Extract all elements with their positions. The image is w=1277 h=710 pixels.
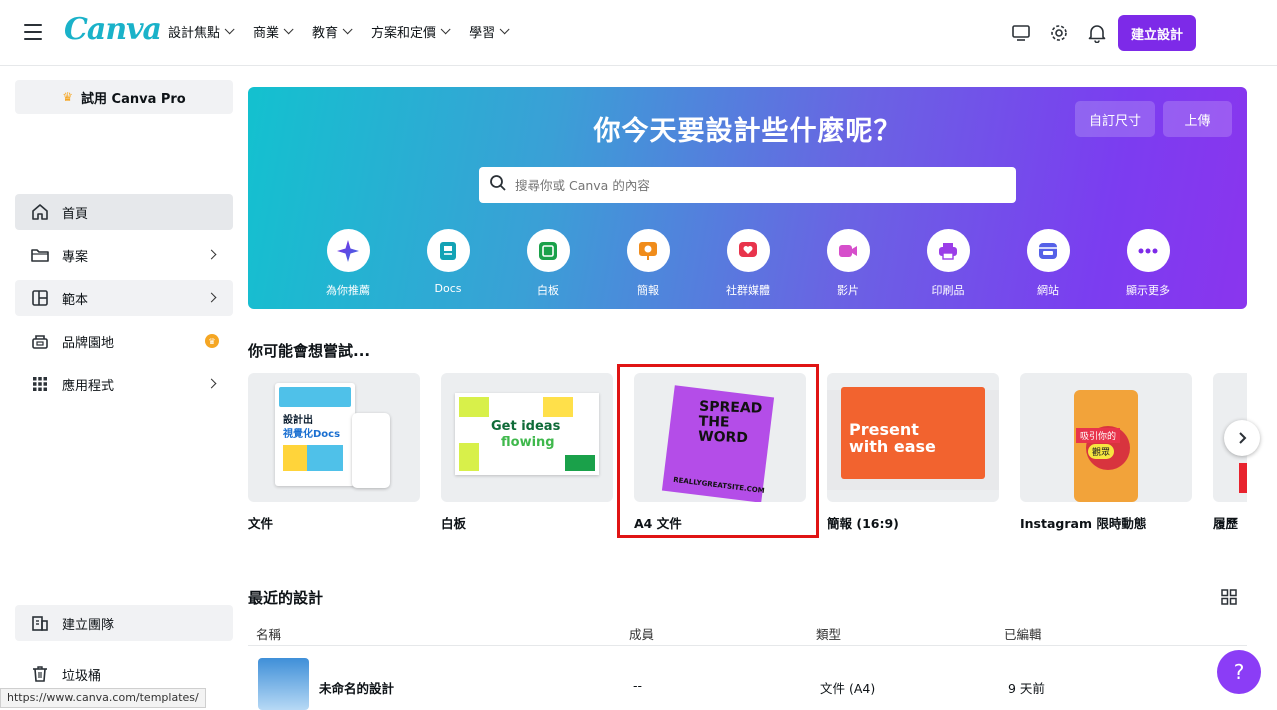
highlight-box — [617, 364, 819, 538]
sidebar-item-trash[interactable]: 垃圾桶 — [15, 656, 233, 692]
main-nav: 設計焦點 商業 教育 方案和定價 學習 — [168, 22, 528, 41]
suggestion-card-whiteboard[interactable]: Get ideas flowing 白板 — [441, 373, 613, 532]
presentation-icon — [626, 229, 670, 272]
trash-icon — [30, 664, 50, 684]
video-icon — [826, 229, 870, 272]
help-button[interactable]: ? — [1217, 650, 1261, 694]
design-thumbnail — [258, 658, 309, 710]
create-design-button[interactable]: 建立設計 — [1118, 15, 1196, 51]
carousel-next-button[interactable] — [1224, 420, 1260, 456]
sidebar-item-projects[interactable]: 專案 — [15, 237, 233, 273]
crown-badge-icon: ♛ — [205, 334, 219, 348]
chevron-right-icon — [1239, 432, 1247, 444]
top-bar: Canva 設計焦點 商業 教育 方案和定價 學習 建立設計 — [0, 0, 1277, 66]
top-icons — [1010, 22, 1108, 44]
suggestion-card-instagram-story[interactable]: 吸引你的 觀眾 Instagram 限時動態 — [1020, 373, 1192, 532]
column-name[interactable]: 名稱 — [256, 624, 281, 643]
hero-banner: 你今天要設計些什麼呢？ 自訂尺寸 上傳 為你推薦 Docs 白板 簡報 社群媒體… — [248, 87, 1247, 309]
nav-plans-pricing[interactable]: 方案和定價 — [371, 22, 451, 41]
nav-design-spotlight[interactable]: 設計焦點 — [168, 22, 235, 41]
upload-button[interactable]: 上傳 — [1163, 101, 1232, 137]
whiteboard-icon — [526, 229, 570, 272]
category-shortcuts: 為你推薦 Docs 白板 簡報 社群媒體 影片 印刷品 網站 顯示更多 — [298, 229, 1198, 298]
thumbnail: 設計出 視覺化Docs — [248, 373, 420, 502]
category-videos[interactable]: 影片 — [798, 229, 898, 298]
suggestions-title: 你可能會想嘗試... — [248, 342, 371, 360]
column-members[interactable]: 成員 — [629, 624, 654, 643]
nav-business[interactable]: 商業 — [253, 22, 294, 41]
status-bar-url: https://www.canva.com/templates/ — [0, 688, 206, 708]
nav-learn[interactable]: 學習 — [469, 22, 510, 41]
doc-icon — [426, 229, 470, 272]
chevron-right-icon — [206, 378, 217, 389]
canva-logo[interactable]: Canva — [64, 12, 162, 47]
category-print[interactable]: 印刷品 — [898, 229, 998, 298]
desktop-icon[interactable] — [1010, 22, 1032, 44]
custom-size-button[interactable]: 自訂尺寸 — [1075, 101, 1155, 137]
category-more[interactable]: 顯示更多 — [1098, 229, 1198, 298]
chevron-down-icon — [224, 24, 235, 35]
search-input[interactable] — [515, 177, 995, 193]
gear-icon[interactable] — [1048, 22, 1070, 44]
category-presentations[interactable]: 簡報 — [598, 229, 698, 298]
chevron-down-icon — [440, 24, 451, 35]
sidebar-item-home[interactable]: 首頁 — [15, 194, 233, 230]
grid-view-icon[interactable] — [1221, 589, 1237, 605]
search-icon — [489, 174, 507, 196]
chevron-right-icon — [206, 292, 217, 303]
column-edited[interactable]: 已編輯 — [1004, 624, 1042, 643]
category-websites[interactable]: 網站 — [998, 229, 1098, 298]
suggestion-card-presentation[interactable]: Present with ease 簡報 (16:9) — [827, 373, 999, 532]
thumbnail: 吸引你的 觀眾 — [1020, 373, 1192, 502]
suggestion-card-docs[interactable]: 設計出 視覺化Docs 文件 — [248, 373, 420, 532]
website-icon — [1026, 229, 1070, 272]
template-icon — [30, 288, 50, 308]
recent-designs-title: 最近的設計 — [248, 589, 324, 607]
home-icon — [30, 202, 50, 222]
thumbnail: Get ideas flowing — [441, 373, 613, 502]
print-icon — [926, 229, 970, 272]
brand-icon — [30, 331, 50, 351]
category-for-you[interactable]: 為你推薦 — [298, 229, 398, 298]
sidebar-item-brand[interactable]: 品牌園地 ♛ — [15, 323, 233, 359]
chevron-down-icon — [283, 24, 294, 35]
try-pro-button[interactable]: ♛ 試用 Canva Pro — [15, 80, 233, 114]
chevron-down-icon — [499, 24, 510, 35]
create-team-button[interactable]: 建立團隊 — [15, 605, 233, 641]
category-whiteboard[interactable]: 白板 — [498, 229, 598, 298]
sparkle-icon — [326, 229, 370, 272]
heart-icon — [726, 229, 770, 272]
crown-icon: ♛ — [62, 90, 73, 104]
more-icon — [1126, 229, 1170, 272]
category-social-media[interactable]: 社群媒體 — [698, 229, 798, 298]
column-type[interactable]: 類型 — [816, 624, 841, 643]
table-header: 名稱 成員 類型 已編輯 — [248, 618, 1247, 646]
thumbnail: Present with ease — [827, 373, 999, 502]
category-docs[interactable]: Docs — [398, 229, 498, 298]
sidebar-item-templates[interactable]: 範本 — [15, 280, 233, 316]
sidebar-item-apps[interactable]: 應用程式 — [15, 366, 233, 402]
search-bar[interactable] — [479, 167, 1016, 203]
folder-icon — [30, 245, 50, 265]
apps-icon — [30, 374, 50, 394]
nav-education[interactable]: 教育 — [312, 22, 353, 41]
chevron-right-icon — [206, 249, 217, 260]
menu-icon[interactable] — [24, 24, 42, 40]
building-icon — [30, 613, 50, 633]
bell-icon[interactable] — [1086, 22, 1108, 44]
chevron-down-icon — [342, 24, 353, 35]
table-row[interactable]: 未命名的設計 -- 文件 (A4) 9 天前 — [248, 658, 1247, 710]
